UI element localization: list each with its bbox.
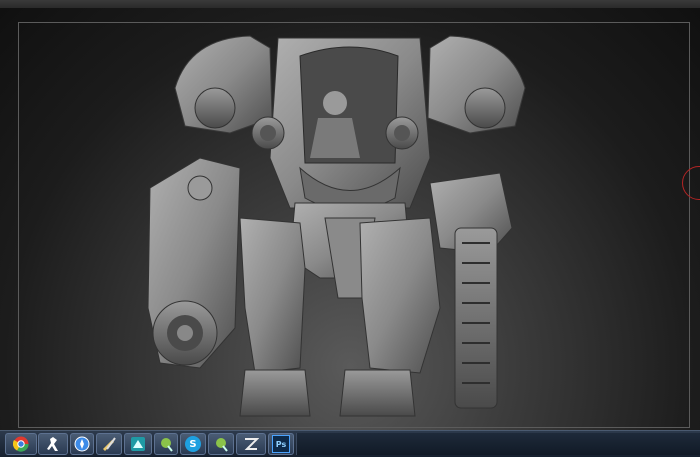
- taskbar-green-app-2[interactable]: [208, 433, 234, 455]
- taskbar-safari[interactable]: [70, 433, 94, 455]
- taskbar-chrome[interactable]: [5, 433, 37, 455]
- zbrush-icon: [243, 436, 259, 452]
- taskbar-runner[interactable]: [38, 433, 68, 455]
- taskbar-tools[interactable]: [96, 433, 122, 455]
- skype-icon: S: [185, 436, 201, 452]
- taskbar: S Ps: [0, 430, 700, 457]
- app-runner-icon: [45, 436, 61, 452]
- photoshop-icon: Ps: [272, 435, 290, 453]
- taskbar-zbrush[interactable]: [236, 433, 266, 455]
- chrome-icon: [13, 436, 29, 452]
- 3d-app-icon: [130, 436, 146, 452]
- taskbar-green-app[interactable]: [154, 433, 178, 455]
- green-app-icon: [158, 436, 174, 452]
- taskbar-photoshop[interactable]: Ps: [268, 433, 294, 455]
- app-window: S Ps: [0, 0, 700, 457]
- taskbar-skype[interactable]: S: [180, 433, 206, 455]
- taskbar-3d-app[interactable]: [124, 433, 152, 455]
- 3d-viewport[interactable]: [0, 8, 700, 430]
- safari-icon: [74, 436, 90, 452]
- green-app-icon-2: [213, 436, 229, 452]
- mech-model-render: [147, 35, 526, 417]
- tools-icon: [101, 436, 117, 452]
- taskbar-empty-area: [296, 433, 700, 455]
